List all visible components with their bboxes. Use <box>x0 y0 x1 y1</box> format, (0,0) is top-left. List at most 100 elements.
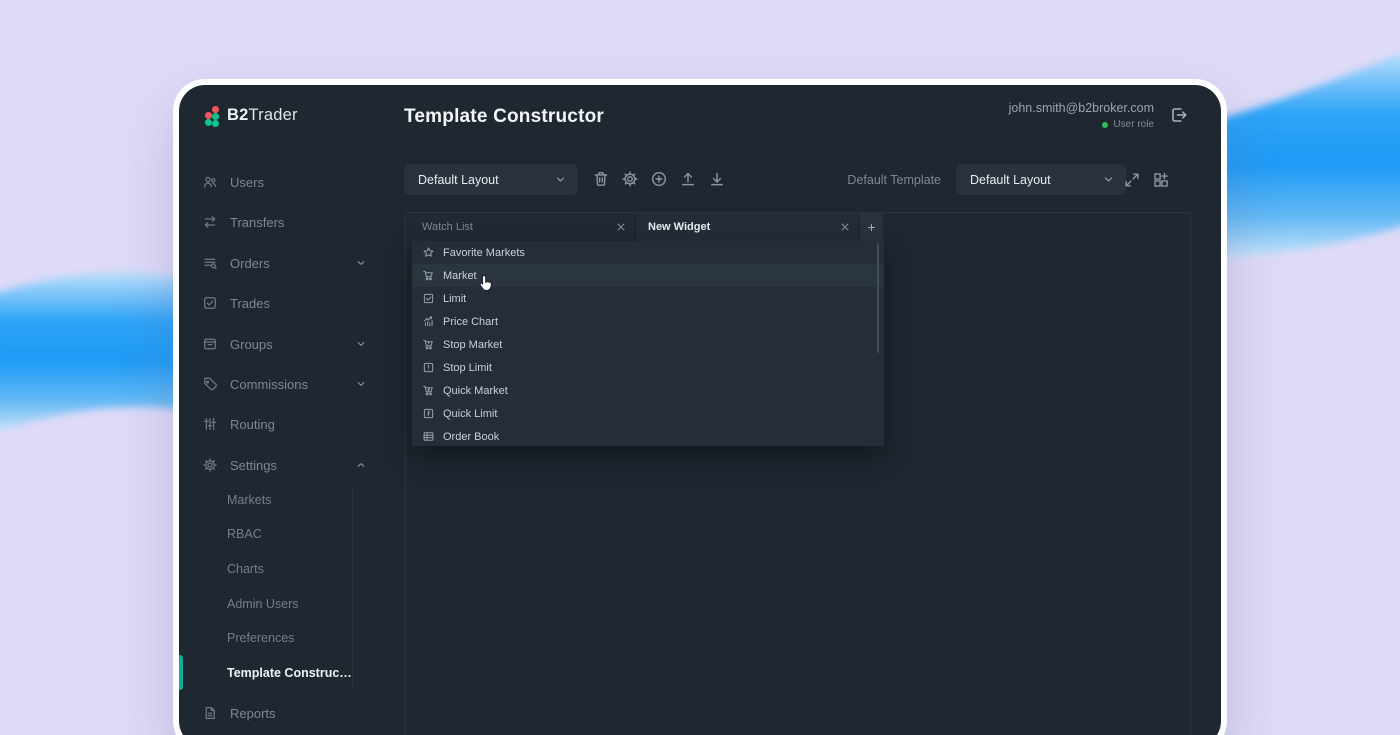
tab-label: Watch List <box>422 221 473 233</box>
sidebar-item-label: Reports <box>230 706 276 721</box>
sidebar-item-groups[interactable]: Groups <box>202 333 368 355</box>
sidebar-item-routing[interactable]: Routing <box>202 413 368 435</box>
chevron-up-icon <box>354 458 368 472</box>
menu-item-label: Order Book <box>443 431 499 443</box>
add-tab-button[interactable]: + <box>860 213 883 241</box>
chevron-down-icon <box>1101 172 1116 187</box>
logout-icon[interactable] <box>1168 105 1188 125</box>
sidebar-subitem-markets[interactable]: Markets <box>227 490 362 510</box>
sidebar-subitem-charts[interactable]: Charts <box>227 559 362 579</box>
sidebar-item-reports[interactable]: Reports <box>202 702 368 724</box>
reports-icon <box>202 705 218 721</box>
sidebar-subitem-admin-users[interactable]: Admin Users <box>227 594 362 614</box>
gear-icon[interactable] <box>621 170 639 188</box>
chevron-down-icon <box>354 377 368 391</box>
wave-left <box>0 272 184 433</box>
template-select[interactable]: Default Layout <box>956 164 1126 195</box>
menu-item-market[interactable]: Market <box>412 264 884 287</box>
menu-item-limit[interactable]: Limit <box>412 287 884 310</box>
menu-item-quick-limit[interactable]: Quick Limit <box>412 402 884 425</box>
menu-item-label: Quick Market <box>443 385 508 397</box>
trash-icon[interactable] <box>592 170 610 188</box>
menu-item-favorite-markets[interactable]: Favorite Markets <box>412 241 884 264</box>
sidebar-item-transfers[interactable]: Transfers <box>202 211 368 233</box>
account-role: User role <box>1009 119 1154 130</box>
page: B2Trader Template Constructor john.smith… <box>0 0 1400 735</box>
sidebar-subitem-template-construc[interactable]: Template Construc… <box>227 663 362 683</box>
sidebar-item-commissions[interactable]: Commissions <box>202 373 368 395</box>
sidebar-item-label: Groups <box>230 337 273 352</box>
menu-item-stop-limit[interactable]: Stop Limit <box>412 356 884 379</box>
sidebar-item-label: Trades <box>230 296 270 311</box>
settings-icon <box>202 457 218 473</box>
app-window: B2Trader Template Constructor john.smith… <box>179 85 1221 735</box>
chevron-down-icon <box>553 172 568 187</box>
sidebar-item-settings[interactable]: Settings <box>202 454 368 476</box>
account-email: john.smith@b2broker.com <box>1009 101 1154 115</box>
chevron-down-icon <box>354 256 368 270</box>
transfers-icon <box>202 214 218 230</box>
menu-item-label: Favorite Markets <box>443 247 525 259</box>
sidebar-item-label: Settings <box>230 458 277 473</box>
layout-select[interactable]: Default Layout <box>404 164 578 195</box>
menu-item-price-chart[interactable]: Price Chart <box>412 310 884 333</box>
commissions-icon <box>202 376 218 392</box>
menu-item-label: Price Chart <box>443 316 498 328</box>
menu-item-label: Market <box>443 270 477 282</box>
active-item-indicator <box>179 655 183 690</box>
b2trader-logo-icon <box>201 104 218 127</box>
square-bolt-icon <box>422 407 435 420</box>
widget-tabbar: Watch List New Widget + <box>410 213 883 241</box>
layout-actions <box>592 170 726 188</box>
orders-icon <box>202 255 218 271</box>
widget-type-menu: Favorite Markets Market Limit Price Chart St… <box>412 241 884 446</box>
sidebar-item-orders[interactable]: Orders <box>202 252 368 274</box>
download-icon[interactable] <box>708 170 726 188</box>
sidebar-item-label: Routing <box>230 417 275 432</box>
sidebar-subitem-rbac[interactable]: RBAC <box>227 524 362 544</box>
cart-icon <box>422 269 435 282</box>
tab-watch-list[interactable]: Watch List <box>410 213 636 241</box>
users-icon <box>202 174 218 190</box>
upload-icon[interactable] <box>679 170 697 188</box>
square-alert-icon <box>422 361 435 374</box>
trades-icon <box>202 295 218 311</box>
account-info: john.smith@b2broker.com User role <box>1009 101 1154 130</box>
menu-item-label: Stop Market <box>443 339 502 351</box>
page-title: Template Constructor <box>404 106 604 128</box>
add-widget-grid-icon[interactable] <box>1152 171 1170 189</box>
menu-item-label: Stop Limit <box>443 362 492 374</box>
menu-item-order-book[interactable]: Order Book <box>412 425 884 446</box>
sidebar-subitem-preferences[interactable]: Preferences <box>227 628 362 648</box>
role-label: User role <box>1113 119 1154 130</box>
check-square-icon <box>422 292 435 305</box>
menu-item-label: Limit <box>443 293 466 305</box>
app-logo: B2Trader <box>201 104 298 127</box>
menu-scrollbar[interactable] <box>877 243 879 353</box>
expand-icon[interactable] <box>1123 171 1141 189</box>
chevron-down-icon <box>354 337 368 351</box>
cart-alert-icon <box>422 338 435 351</box>
sidebar-item-users[interactable]: Users <box>202 171 368 193</box>
plus-circle-icon[interactable] <box>650 170 668 188</box>
default-template-label: Default Template <box>847 173 941 187</box>
tab-new-widget[interactable]: New Widget <box>636 213 860 241</box>
sidebar-item-label: Commissions <box>230 377 308 392</box>
layout-select-value: Default Layout <box>418 173 499 187</box>
wave-right <box>1216 50 1400 259</box>
menu-item-label: Quick Limit <box>443 408 497 420</box>
sidebar-item-label: Transfers <box>230 215 284 230</box>
menu-item-quick-market[interactable]: Quick Market <box>412 379 884 402</box>
sidebar-item-label: Orders <box>230 256 270 271</box>
template-select-value: Default Layout <box>970 173 1051 187</box>
close-icon[interactable] <box>839 221 851 233</box>
menu-item-stop-market[interactable]: Stop Market <box>412 333 884 356</box>
close-icon[interactable] <box>615 221 627 233</box>
tab-label: New Widget <box>648 221 710 233</box>
sidebar-item-trades[interactable]: Trades <box>202 292 368 314</box>
cart-bolt-icon <box>422 384 435 397</box>
groups-icon <box>202 336 218 352</box>
sidebar-item-label: Users <box>230 175 264 190</box>
app-logo-text: B2Trader <box>227 106 298 125</box>
role-status-dot <box>1102 122 1108 128</box>
